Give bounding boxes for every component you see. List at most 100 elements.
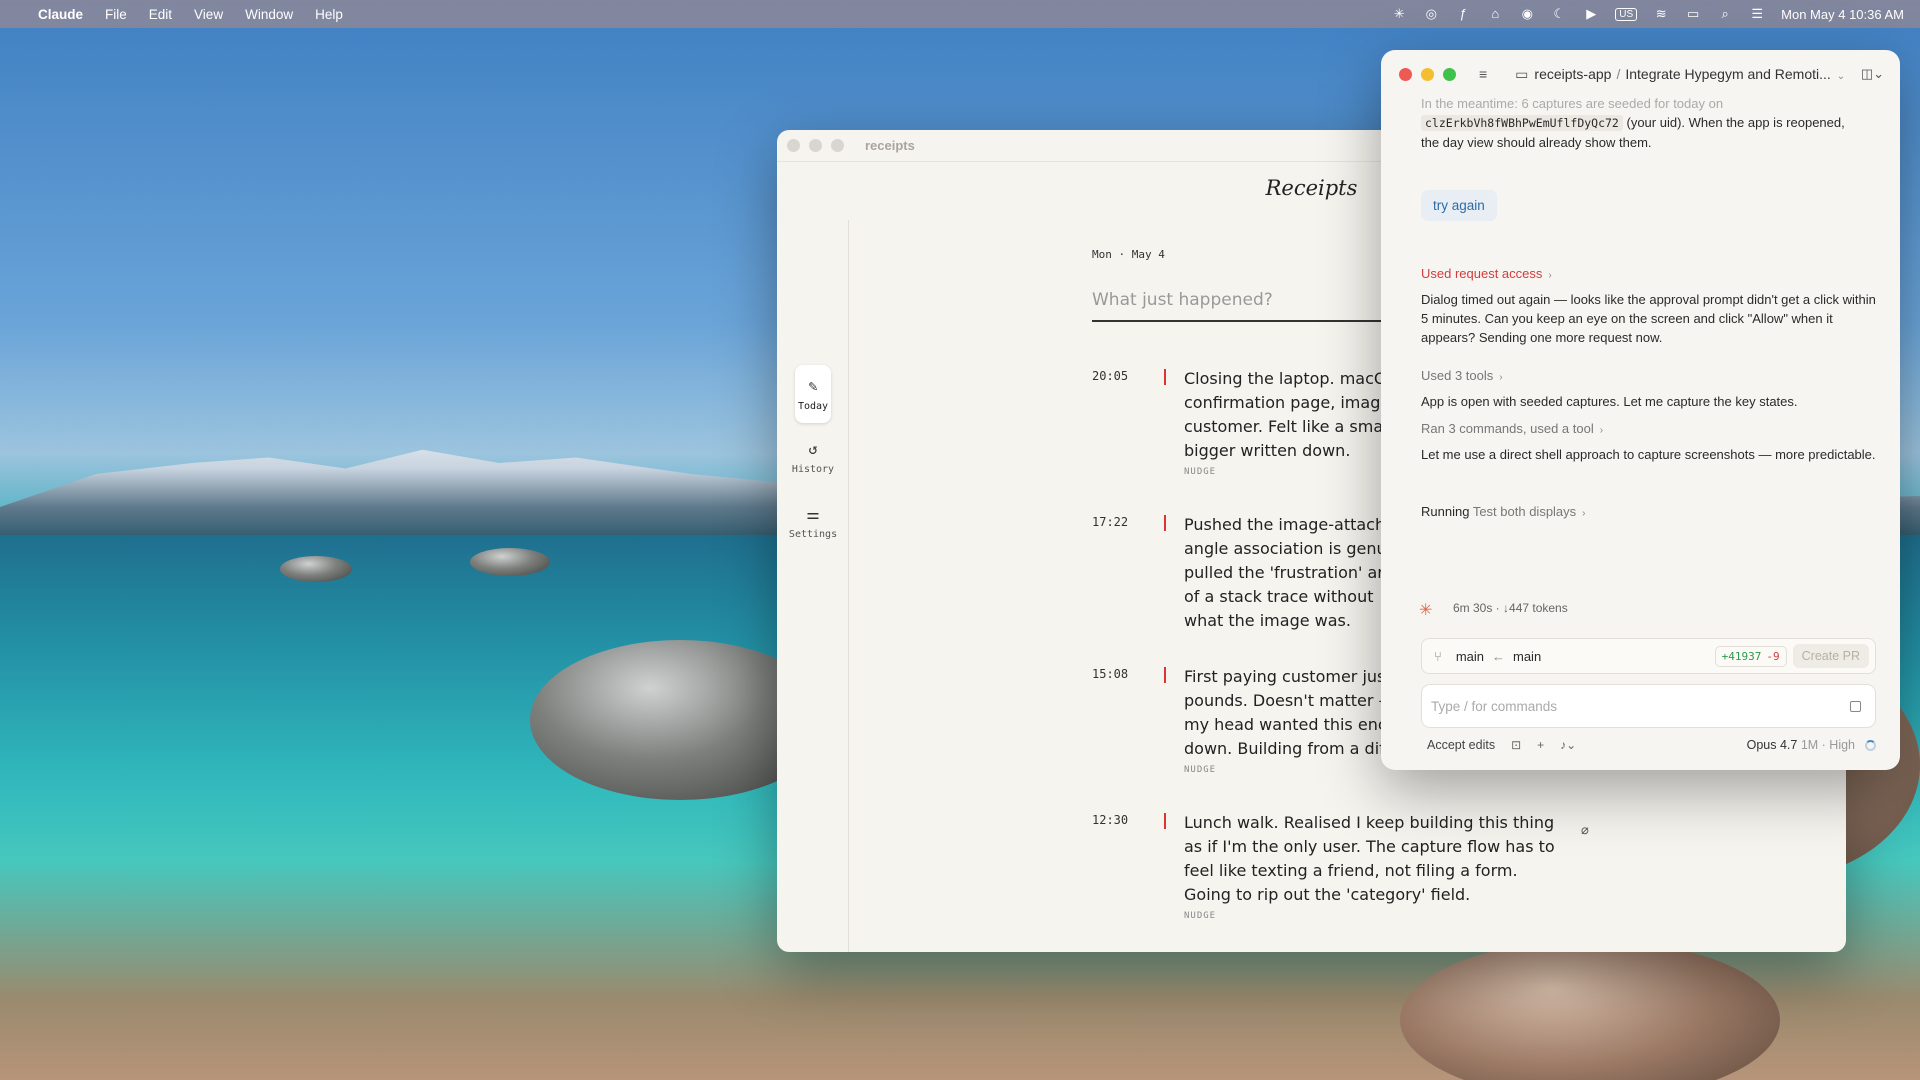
menu-window[interactable]: Window	[245, 7, 293, 22]
tool-use-label: Ran 3 commands, used a tool	[1421, 421, 1594, 436]
record-icon[interactable]: ◉	[1519, 7, 1535, 21]
try-again-chip[interactable]: try again	[1421, 190, 1497, 221]
stop-icon[interactable]	[1850, 700, 1861, 712]
branch-bar: ⑂ main ← main +41937 -9 Create PR	[1421, 638, 1876, 674]
uid-code: clzErkbVh8fWBhPwEmUflfDyQc72	[1421, 115, 1623, 131]
mode-icon[interactable]: ⊡	[1511, 738, 1521, 752]
entry-tag: NUDGE	[1184, 911, 1217, 921]
battery-icon[interactable]: ▭	[1685, 7, 1701, 21]
chevron-down-icon[interactable]: ⌄	[1837, 71, 1845, 82]
tool-use-request-access[interactable]: Used request access ›	[1421, 264, 1876, 285]
history-icon: ↺	[808, 439, 818, 458]
home-icon[interactable]: ⌂	[1487, 7, 1503, 21]
wallpaper-rock	[470, 548, 550, 576]
minimize-button[interactable]	[1421, 67, 1434, 81]
arrow-left-icon: ←	[1492, 648, 1505, 664]
faded-text: In the meantime: 6 captures are seeded f…	[1421, 96, 1724, 111]
branch-from[interactable]: main	[1456, 649, 1484, 664]
folder-icon: ▭	[1515, 65, 1529, 82]
plus-icon[interactable]: +	[1537, 738, 1544, 752]
tool-use-commands[interactable]: Ran 3 commands, used a tool ›	[1421, 419, 1876, 440]
branch-to[interactable]: main	[1513, 649, 1541, 664]
create-pr-button[interactable]: Create PR	[1792, 644, 1869, 668]
chevron-right-icon: ›	[1499, 372, 1503, 383]
zoom-button[interactable]	[831, 139, 844, 152]
day-date: Mon · May 4	[1092, 248, 1165, 261]
paperclip-icon[interactable]: ⌀	[1581, 822, 1589, 838]
minimize-button[interactable]	[809, 139, 822, 152]
entry-marker	[1164, 667, 1166, 683]
breadcrumb-task[interactable]: Integrate Hypegym and Remoti...	[1625, 66, 1830, 82]
tool-use-tools[interactable]: Used 3 tools ›	[1421, 366, 1876, 387]
control-center-icon[interactable]: ☰	[1749, 7, 1765, 21]
nav-settings[interactable]: ⚌ Settings	[789, 493, 837, 551]
menubar-clock[interactable]: Mon May 4 10:36 AM	[1781, 7, 1904, 22]
diff-stats[interactable]: +41937 -9	[1714, 645, 1787, 667]
model-selector[interactable]: Opus 4.7 1M · High	[1747, 738, 1855, 752]
entry-text: Lunch walk. Realised I keep building thi…	[1184, 813, 1555, 904]
menu-app-name[interactable]: Claude	[38, 7, 83, 22]
composer-toolbar: Accept edits ⊡ + ♪⌄ Opus 4.7 1M · High	[1427, 738, 1876, 752]
input-source-indicator[interactable]: US	[1615, 7, 1638, 21]
microphone-icon[interactable]: ♪⌄	[1560, 738, 1576, 752]
sliders-icon: ⚌	[806, 504, 820, 523]
running-task: Test both displays	[1472, 504, 1577, 519]
menu-file[interactable]: File	[105, 7, 127, 22]
chevron-right-icon: ›	[1548, 270, 1552, 281]
nav-history-label: History	[791, 463, 835, 475]
moon-icon[interactable]: ☾	[1551, 7, 1567, 21]
nav-history[interactable]: ↺ History	[791, 428, 835, 486]
entry-marker	[1164, 369, 1166, 385]
diff-deletions: -9	[1766, 649, 1780, 663]
breadcrumb-separator: /	[1616, 65, 1621, 82]
message-text: App is open with seeded captures. Let me…	[1421, 394, 1798, 409]
close-button[interactable]	[787, 139, 800, 152]
entry-tag: NUDGE	[1184, 467, 1217, 477]
close-button[interactable]	[1399, 67, 1412, 81]
panel-toggle-icon[interactable]: ◫⌄	[1861, 66, 1884, 82]
breadcrumb[interactable]: ▭ receipts-app / Integrate Hypegym and Remo…	[1515, 66, 1845, 83]
message-text: Let me use a direct shell approach to ca…	[1421, 447, 1876, 462]
model-context: 1M · High	[1800, 738, 1855, 752]
nav-today-label: Today	[797, 400, 829, 412]
entry-time: 17:22	[1092, 515, 1129, 529]
nav-today[interactable]: ✎ Today	[795, 365, 831, 423]
wallpaper-rock	[280, 556, 352, 582]
command-placeholder: Type / for commands	[1431, 698, 1558, 714]
command-input[interactable]: Type / for commands	[1421, 684, 1876, 728]
sidebar-menu-icon[interactable]: ≡	[1479, 66, 1487, 82]
message-text: Dialog timed out again — looks like the …	[1421, 292, 1876, 345]
entry-time: 15:08	[1092, 667, 1129, 681]
search-icon[interactable]: ⌕	[1717, 7, 1733, 21]
entry-tag: NUDGE	[1184, 765, 1217, 775]
accept-edits-button[interactable]: Accept edits	[1427, 738, 1495, 752]
claude-spark-icon: ✳	[1419, 602, 1433, 619]
play-icon[interactable]: ▶	[1583, 7, 1599, 21]
chevron-right-icon: ›	[1599, 425, 1604, 436]
tool-use-label: Used 3 tools	[1421, 368, 1494, 383]
menu-help[interactable]: Help	[315, 7, 343, 22]
claude-spark-icon[interactable]: ✳	[1391, 7, 1407, 21]
wifi-icon[interactable]: ≋	[1653, 7, 1669, 21]
uid-text: (your uid). When the app is reopened,	[1622, 115, 1845, 130]
tool-running[interactable]: Running Test both displays ›	[1421, 502, 1876, 523]
loading-spinner	[1865, 739, 1876, 751]
figma-icon[interactable]: ƒ	[1455, 7, 1471, 21]
token-stats: 6m 30s · ↓447 tokens	[1453, 601, 1568, 615]
receipts-window-title: receipts	[865, 138, 915, 153]
entry-time: 12:30	[1092, 813, 1129, 827]
status-area: ✳ ◎ ƒ ⌂ ◉ ☾ ▶ US ≋ ▭ ⌕ ☰ Mon May 4 10:36…	[1391, 7, 1904, 22]
zoom-button[interactable]	[1443, 67, 1456, 81]
git-branch-icon: ⑂	[1434, 648, 1442, 664]
message-text: In the meantime: 6 captures are seeded f…	[1421, 94, 1876, 152]
target-icon[interactable]: ◎	[1423, 7, 1439, 21]
menu-bar: Claude File Edit View Window Help ✳ ◎ ƒ …	[0, 0, 1920, 28]
menu-view[interactable]: View	[194, 7, 223, 22]
uid-text-2: the day view should already show them.	[1421, 135, 1652, 150]
model-name: Opus 4.7	[1746, 738, 1798, 752]
menu-edit[interactable]: Edit	[149, 7, 172, 22]
receipts-sidebar: ✎ Today ↺ History ⚌ Settings	[777, 220, 849, 952]
claude-window: ≡ ▭ receipts-app / Integrate Hypegym and Re…	[1381, 50, 1900, 770]
entry-marker	[1164, 515, 1166, 531]
breadcrumb-project[interactable]: receipts-app	[1534, 66, 1611, 82]
